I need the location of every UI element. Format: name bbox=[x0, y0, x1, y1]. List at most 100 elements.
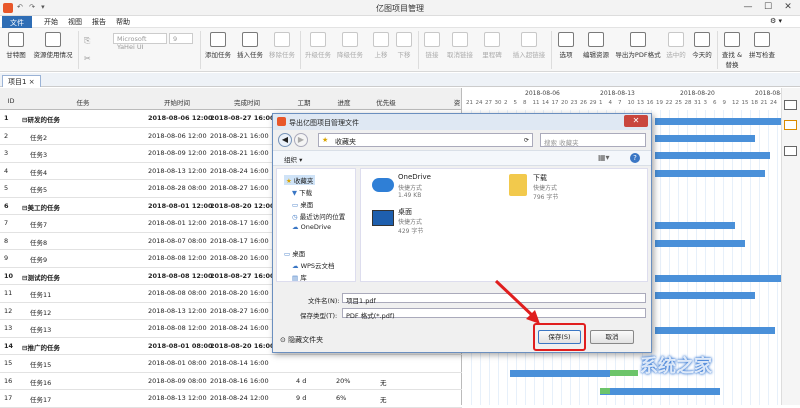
cell-id: 7 bbox=[4, 219, 9, 227]
link-button[interactable]: 链接 bbox=[421, 32, 443, 59]
resource-usage-button[interactable]: 资源使用情况 bbox=[31, 32, 75, 59]
edit-resource-button[interactable]: 编辑资源 bbox=[580, 32, 612, 59]
options-button[interactable]: 选项 bbox=[554, 32, 578, 59]
help-icon[interactable]: ? bbox=[630, 153, 640, 163]
col-duration-header[interactable]: 工期 bbox=[286, 97, 322, 107]
nav-item[interactable]: ▼ 下载 bbox=[292, 187, 312, 197]
gantt-bar[interactable] bbox=[510, 370, 610, 377]
today-button[interactable]: 今天的 bbox=[690, 32, 714, 59]
nav-item[interactable]: ▭ 桌面 bbox=[284, 248, 305, 258]
font-name-select[interactable]: Microsoft YaHei UI bbox=[113, 33, 167, 51]
table-row[interactable]: 16 任务16 2018-08-09 08:00 2018-08-16 16:00 4 … bbox=[0, 373, 462, 390]
view-options-icon[interactable]: ▦▾ bbox=[598, 153, 610, 162]
panel-properties-icon[interactable] bbox=[784, 100, 797, 110]
gantt-bar[interactable] bbox=[655, 222, 735, 229]
cut-icon[interactable]: ✂ bbox=[84, 54, 91, 63]
nav-item[interactable]: ▤ 库 bbox=[292, 272, 307, 282]
dialog-title: 导出亿图项目管理文件 bbox=[289, 119, 359, 127]
minimize-button[interactable]: — bbox=[738, 2, 758, 12]
insert-hyperlink-button[interactable]: 插入超链接 bbox=[510, 32, 548, 59]
search-input[interactable]: 搜索 收藏夹 bbox=[540, 133, 646, 147]
organize-button[interactable]: 组织 ▾ bbox=[284, 154, 302, 164]
nav-item-label: WPS云文档 bbox=[300, 262, 335, 270]
forward-arrow-icon[interactable]: ▶ bbox=[294, 133, 308, 147]
window-title: 亿图项目管理 bbox=[376, 4, 424, 13]
demote-task-button[interactable]: 降级任务 bbox=[335, 32, 365, 59]
col-task-header[interactable]: 任务 bbox=[20, 97, 146, 107]
recent-icon: ◷ bbox=[292, 213, 300, 221]
move-up-button[interactable]: 上移 bbox=[370, 32, 392, 59]
milestone-button[interactable]: 里程碑 bbox=[480, 32, 504, 59]
file-item-name[interactable]: 桌面 bbox=[398, 207, 412, 217]
gantt-week-label: 2018-08-13 bbox=[600, 90, 635, 97]
tab-close-icon[interactable]: × bbox=[29, 78, 35, 86]
cell-id: 12 bbox=[4, 306, 13, 315]
maximize-button[interactable]: ☐ bbox=[758, 2, 778, 12]
refresh-icon[interactable]: ⟳ bbox=[524, 137, 529, 144]
selected-button[interactable]: 选中的 bbox=[664, 32, 688, 59]
menu-help[interactable]: 帮助 bbox=[110, 16, 136, 28]
demote-icon bbox=[342, 32, 358, 47]
copy-icon[interactable]: ⎘ bbox=[84, 36, 90, 46]
menu-home[interactable]: 开始 bbox=[38, 16, 64, 28]
col-end-header[interactable]: 完成时间 bbox=[208, 97, 286, 107]
cloud-icon: ☁ bbox=[292, 262, 301, 270]
export-pdf-button[interactable]: 导出为PDF格式 bbox=[613, 32, 663, 59]
gantt-bar[interactable] bbox=[655, 327, 775, 334]
hide-folders-toggle[interactable]: ⊙ 隐藏文件夹 bbox=[280, 335, 323, 345]
col-start-header[interactable]: 开始时间 bbox=[146, 97, 208, 107]
spell-check-button[interactable]: 拼写检查 bbox=[747, 32, 777, 59]
nav-item[interactable]: ☁ WPS云文档 bbox=[292, 260, 335, 270]
move-down-button[interactable]: 下移 bbox=[393, 32, 415, 59]
cancel-button[interactable]: 取消 bbox=[590, 330, 634, 344]
insert-task-button[interactable]: 插入任务 bbox=[235, 32, 265, 59]
menu-view[interactable]: 视图 bbox=[62, 16, 88, 28]
ribbon-divider bbox=[551, 31, 552, 69]
cell-id: 16 bbox=[4, 376, 13, 385]
cell-task: 任务9 bbox=[30, 256, 48, 264]
promote-task-button[interactable]: 升级任务 bbox=[303, 32, 333, 59]
address-bar[interactable]: ★ 收藏夹 ⟳ bbox=[318, 133, 533, 147]
nav-item[interactable]: ☁ OneDrive bbox=[292, 223, 331, 231]
menu-file[interactable]: 文件 bbox=[2, 16, 32, 28]
cell-task: 任务5 bbox=[30, 186, 48, 194]
remove-task-button[interactable]: 移除任务 bbox=[267, 32, 297, 59]
cell-end: 2018-08-21 16:00 bbox=[210, 131, 269, 140]
gantt-bar[interactable] bbox=[655, 135, 755, 142]
gantt-day-label: 1 bbox=[599, 100, 603, 106]
gantt-bar[interactable] bbox=[600, 388, 720, 395]
col-progress-header[interactable]: 进度 bbox=[322, 97, 366, 107]
gantt-bar[interactable] bbox=[655, 275, 781, 282]
col-resource-header[interactable]: 资 bbox=[452, 97, 462, 107]
nav-item[interactable]: ◷ 最近访问的位置 bbox=[292, 211, 345, 221]
cell-task: 任务2 bbox=[30, 133, 48, 142]
panel-format-icon[interactable] bbox=[784, 120, 797, 130]
cell-id: 6 bbox=[4, 201, 9, 210]
nav-item[interactable]: ★ 收藏夹 bbox=[284, 175, 316, 185]
tab-project1[interactable]: 项目1 × bbox=[2, 75, 41, 87]
file-item-name[interactable]: 下载 bbox=[533, 173, 547, 183]
col-id-header[interactable]: ID bbox=[2, 97, 20, 105]
panel-resource-icon[interactable] bbox=[784, 146, 797, 156]
nav-item[interactable]: ▭ 桌面 bbox=[292, 199, 313, 209]
gantt-chart-button[interactable]: 甘特图 bbox=[5, 32, 27, 59]
settings-gear-icon[interactable]: ⚙ ▾ bbox=[764, 16, 788, 26]
gantt-bar[interactable] bbox=[655, 170, 765, 177]
file-item-name[interactable]: OneDrive bbox=[398, 173, 431, 181]
add-task-button[interactable]: 添加任务 bbox=[203, 32, 233, 59]
gantt-bar[interactable] bbox=[655, 152, 770, 159]
dialog-close-button[interactable]: ✕ bbox=[624, 115, 648, 127]
font-size-select[interactable]: 9 bbox=[169, 33, 193, 44]
gantt-day-label: 25 bbox=[675, 100, 682, 106]
gantt-bar[interactable] bbox=[655, 240, 745, 247]
gantt-bar[interactable] bbox=[655, 118, 781, 125]
menu-report[interactable]: 报告 bbox=[86, 16, 112, 28]
back-arrow-icon[interactable]: ◀ bbox=[278, 133, 292, 147]
gantt-bar[interactable] bbox=[655, 292, 755, 299]
unlink-button[interactable]: 取消链接 bbox=[444, 32, 476, 59]
find-replace-button[interactable]: 查找 & 替换 bbox=[719, 32, 745, 69]
table-row[interactable]: 15 任务15 2018-08-01 08:00 2018-08-14 16:00 bbox=[0, 355, 462, 373]
cell-progress: 20% bbox=[336, 376, 351, 385]
close-window-button[interactable]: ✕ bbox=[778, 2, 798, 12]
col-priority-header[interactable]: 优先级 bbox=[366, 97, 406, 107]
